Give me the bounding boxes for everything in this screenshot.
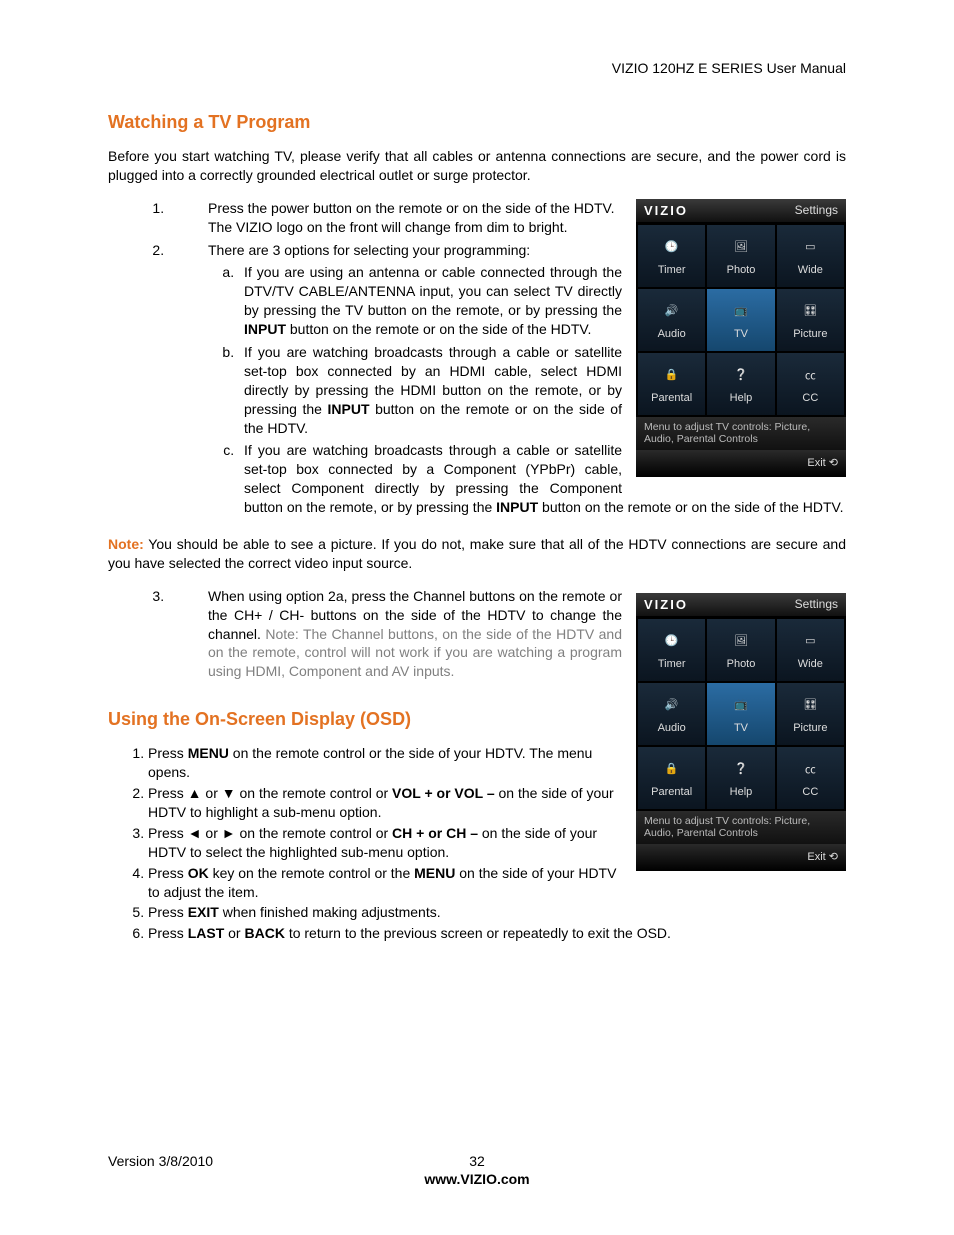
cell-audio: 🔊Audio	[638, 289, 705, 351]
cell-help: ❔Help	[707, 353, 774, 415]
cell-picture: 🎛Picture	[777, 683, 844, 745]
panel-brand: VIZIO	[644, 597, 688, 612]
panel-hint: Menu to adjust TV controls: Picture, Aud…	[636, 417, 846, 450]
help-icon: ❔	[728, 364, 754, 386]
page-footer: Version 3/8/2010 32 www.VIZIO.com	[108, 1153, 846, 1187]
cc-icon: ㏄	[797, 364, 823, 386]
tv-icon: 📺	[728, 300, 754, 322]
note-paragraph: Note: You should be able to see a pictur…	[108, 535, 846, 573]
cell-wide: ▭Wide	[777, 619, 844, 681]
lock-icon: 🔒	[659, 364, 685, 386]
cell-picture: 🎛Picture	[777, 289, 844, 351]
lock-icon: 🔒	[659, 758, 685, 780]
cell-tv: 📺TV	[707, 683, 774, 745]
panel-exit: Exit ⟲	[636, 450, 846, 477]
footer-site: www.VIZIO.com	[108, 1171, 846, 1187]
osd-6: Press LAST or BACK to return to the prev…	[148, 924, 846, 943]
picture-icon: 🎛	[797, 694, 823, 716]
settings-panel-1: VIZIO Settings 🕒Timer 🖼Photo ▭Wide 🔊Audi…	[636, 199, 846, 477]
cc-icon: ㏄	[797, 758, 823, 780]
photo-icon: 🖼	[728, 630, 754, 652]
wide-icon: ▭	[797, 630, 823, 652]
doc-header: VIZIO 120HZ E SERIES User Manual	[108, 60, 846, 76]
cell-cc: ㏄CC	[777, 747, 844, 809]
clock-icon: 🕒	[659, 630, 685, 652]
panel-hint: Menu to adjust TV controls: Picture, Aud…	[636, 811, 846, 844]
cell-timer: 🕒Timer	[638, 225, 705, 287]
tv-icon: 📺	[728, 694, 754, 716]
picture-icon: 🎛	[797, 300, 823, 322]
panel-brand: VIZIO	[644, 203, 688, 218]
heading-watching: Watching a TV Program	[108, 112, 846, 133]
cell-photo: 🖼Photo	[707, 225, 774, 287]
panel-title: Settings	[795, 203, 838, 217]
osd-5: Press EXIT when finished making adjustme…	[148, 903, 846, 922]
help-icon: ❔	[728, 758, 754, 780]
cell-audio: 🔊Audio	[638, 683, 705, 745]
footer-page-number: 32	[108, 1153, 846, 1169]
cell-wide: ▭Wide	[777, 225, 844, 287]
cell-parental: 🔒Parental	[638, 353, 705, 415]
settings-panel-2: VIZIO Settings 🕒Timer 🖼Photo ▭Wide 🔊Audi…	[636, 593, 846, 871]
cell-cc: ㏄CC	[777, 353, 844, 415]
cell-timer: 🕒Timer	[638, 619, 705, 681]
speaker-icon: 🔊	[659, 694, 685, 716]
cell-parental: 🔒Parental	[638, 747, 705, 809]
panel-exit: Exit ⟲	[636, 844, 846, 871]
panel-title: Settings	[795, 597, 838, 611]
cell-photo: 🖼Photo	[707, 619, 774, 681]
clock-icon: 🕒	[659, 236, 685, 258]
cell-tv: 📺TV	[707, 289, 774, 351]
intro-paragraph: Before you start watching TV, please ver…	[108, 147, 846, 185]
wide-icon: ▭	[797, 236, 823, 258]
cell-help: ❔Help	[707, 747, 774, 809]
photo-icon: 🖼	[728, 236, 754, 258]
speaker-icon: 🔊	[659, 300, 685, 322]
